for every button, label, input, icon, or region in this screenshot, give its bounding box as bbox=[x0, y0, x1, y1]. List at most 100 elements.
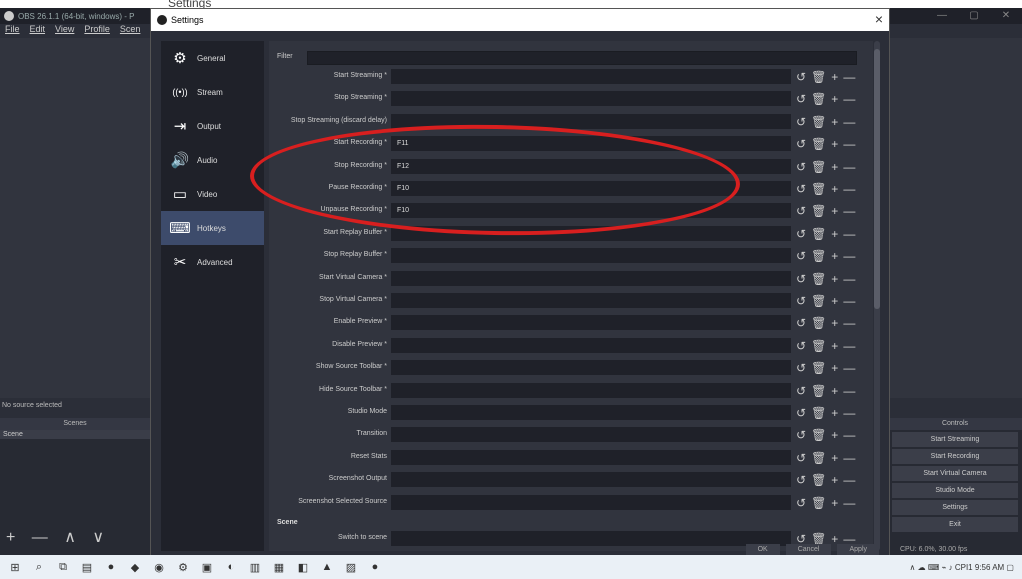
minus-icon[interactable]: — bbox=[843, 134, 855, 154]
revert-icon[interactable]: ↺ bbox=[796, 89, 806, 109]
hotkey-input[interactable] bbox=[391, 531, 791, 546]
revert-icon[interactable]: ↺ bbox=[796, 448, 806, 468]
taskbar-app-icon[interactable]: ⧉ bbox=[56, 560, 70, 574]
plus-icon[interactable]: + bbox=[831, 448, 838, 468]
minus-icon[interactable]: — bbox=[843, 269, 855, 289]
trash-icon[interactable]: 🗑 bbox=[811, 157, 826, 177]
trash-icon[interactable]: 🗑 bbox=[811, 448, 826, 468]
trash-icon[interactable]: 🗑 bbox=[811, 313, 826, 333]
hotkey-input[interactable]: F10 bbox=[391, 203, 791, 219]
plus-icon[interactable]: + bbox=[831, 89, 838, 109]
exit-button[interactable]: Exit bbox=[892, 517, 1018, 532]
nav-advanced[interactable]: ✂ Advanced bbox=[161, 245, 264, 279]
hotkey-input[interactable] bbox=[391, 449, 791, 465]
hotkey-input[interactable]: F12 bbox=[391, 158, 791, 174]
system-tray[interactable]: ∧ ☁ ⌨ ⌁ ♪ CPI1 9:56 AM ▢ bbox=[910, 555, 1014, 579]
taskbar-app-icon[interactable]: ◐ bbox=[224, 560, 238, 574]
minus-icon[interactable]: — bbox=[843, 291, 855, 311]
hotkey-input[interactable] bbox=[391, 494, 791, 510]
taskbar-app-icon[interactable]: ▲ bbox=[320, 560, 334, 574]
trash-icon[interactable]: 🗑 bbox=[811, 112, 826, 132]
plus-icon[interactable]: + bbox=[831, 157, 838, 177]
menu-view[interactable]: View bbox=[55, 24, 74, 38]
taskbar-app-icon[interactable]: ⌕ bbox=[32, 560, 46, 574]
plus-icon[interactable]: + bbox=[831, 269, 838, 289]
hotkey-input[interactable] bbox=[391, 472, 791, 488]
plus-icon[interactable]: + bbox=[831, 470, 838, 490]
hotkey-input[interactable] bbox=[391, 337, 791, 353]
hotkey-input[interactable] bbox=[391, 248, 791, 264]
minus-icon[interactable]: — bbox=[843, 224, 855, 244]
trash-icon[interactable]: 🗑 bbox=[811, 269, 826, 289]
hotkey-input[interactable] bbox=[391, 405, 791, 420]
nav-video[interactable]: ▭ Video bbox=[161, 177, 264, 211]
taskbar-app-icon[interactable]: ◧ bbox=[296, 560, 310, 574]
revert-icon[interactable]: ↺ bbox=[796, 425, 806, 445]
plus-icon[interactable]: + bbox=[831, 336, 838, 356]
trash-icon[interactable]: 🗑 bbox=[811, 403, 826, 423]
revert-icon[interactable]: ↺ bbox=[796, 112, 806, 132]
apply-button[interactable]: Apply bbox=[837, 544, 879, 555]
plus-icon[interactable]: + bbox=[831, 112, 838, 132]
trash-icon[interactable]: 🗑 bbox=[811, 67, 826, 87]
trash-icon[interactable]: 🗑 bbox=[811, 291, 826, 311]
minus-icon[interactable]: — bbox=[843, 157, 855, 177]
trash-icon[interactable]: 🗑 bbox=[811, 246, 826, 266]
plus-icon[interactable]: + bbox=[831, 246, 838, 266]
start-recording-button[interactable]: Start Recording bbox=[892, 449, 1018, 464]
taskbar-app-icon[interactable]: ● bbox=[368, 560, 382, 574]
plus-icon[interactable]: + bbox=[831, 403, 838, 423]
minus-icon[interactable]: — bbox=[843, 201, 855, 221]
nav-general[interactable]: ⚙ General bbox=[161, 41, 264, 75]
taskbar-app-icon[interactable]: ● bbox=[104, 560, 118, 574]
revert-icon[interactable]: ↺ bbox=[796, 336, 806, 356]
plus-icon[interactable]: + bbox=[831, 313, 838, 333]
hotkey-input[interactable]: F10 bbox=[391, 181, 791, 196]
revert-icon[interactable]: ↺ bbox=[796, 291, 806, 311]
nav-hotkeys[interactable]: ⌨ Hotkeys bbox=[161, 211, 264, 245]
hotkey-input[interactable] bbox=[391, 427, 791, 443]
revert-icon[interactable]: ↺ bbox=[796, 313, 806, 333]
trash-icon[interactable]: 🗑 bbox=[811, 179, 826, 199]
menu-profile[interactable]: Profile bbox=[84, 24, 110, 38]
start-virtual-camera-button[interactable]: Start Virtual Camera bbox=[892, 466, 1018, 481]
taskbar-app-icon[interactable]: ◆ bbox=[128, 560, 142, 574]
hotkey-input[interactable] bbox=[391, 91, 791, 107]
nav-audio[interactable]: 🔊 Audio bbox=[161, 143, 264, 177]
revert-icon[interactable]: ↺ bbox=[796, 67, 806, 87]
plus-icon[interactable]: + bbox=[831, 493, 838, 513]
minus-icon[interactable]: — bbox=[843, 381, 855, 401]
scene-dock-tools[interactable]: + — ∧ ∨ bbox=[6, 527, 110, 547]
revert-icon[interactable]: ↺ bbox=[796, 201, 806, 221]
revert-icon[interactable]: ↺ bbox=[796, 157, 806, 177]
taskbar-app-icon[interactable]: ▦ bbox=[272, 560, 286, 574]
taskbar-app-icon[interactable]: ◉ bbox=[152, 560, 166, 574]
taskbar-app-icon[interactable]: ▤ bbox=[80, 560, 94, 574]
minus-icon[interactable]: — bbox=[843, 179, 855, 199]
hotkey-input[interactable] bbox=[391, 360, 791, 376]
menu-file[interactable]: File bbox=[5, 24, 20, 38]
taskbar-app-icon[interactable]: ▣ bbox=[200, 560, 214, 574]
revert-icon[interactable]: ↺ bbox=[796, 403, 806, 423]
revert-icon[interactable]: ↺ bbox=[796, 269, 806, 289]
minus-icon[interactable]: — bbox=[843, 493, 855, 513]
revert-icon[interactable]: ↺ bbox=[796, 246, 806, 266]
trash-icon[interactable]: 🗑 bbox=[811, 336, 826, 356]
ok-button[interactable]: OK bbox=[745, 544, 780, 555]
hotkey-input[interactable] bbox=[391, 225, 791, 241]
scroll-thumb[interactable] bbox=[874, 49, 880, 309]
hotkey-input[interactable] bbox=[391, 270, 791, 286]
plus-icon[interactable]: + bbox=[831, 425, 838, 445]
filter-input[interactable] bbox=[307, 51, 857, 65]
nav-stream[interactable]: ((•)) Stream bbox=[161, 75, 264, 109]
minus-icon[interactable]: — bbox=[843, 403, 855, 423]
taskbar-app-icon[interactable]: ⊞ bbox=[8, 560, 22, 574]
menu-edit[interactable]: Edit bbox=[30, 24, 46, 38]
revert-icon[interactable]: ↺ bbox=[796, 179, 806, 199]
trash-icon[interactable]: 🗑 bbox=[811, 493, 826, 513]
hotkey-input[interactable] bbox=[391, 382, 791, 398]
hotkey-input[interactable] bbox=[391, 293, 791, 308]
taskbar-app-icon[interactable]: ▥ bbox=[248, 560, 262, 574]
menu-scene-collection[interactable]: Scen bbox=[120, 24, 141, 38]
taskbar-app-icon[interactable]: ⚙ bbox=[176, 560, 190, 574]
